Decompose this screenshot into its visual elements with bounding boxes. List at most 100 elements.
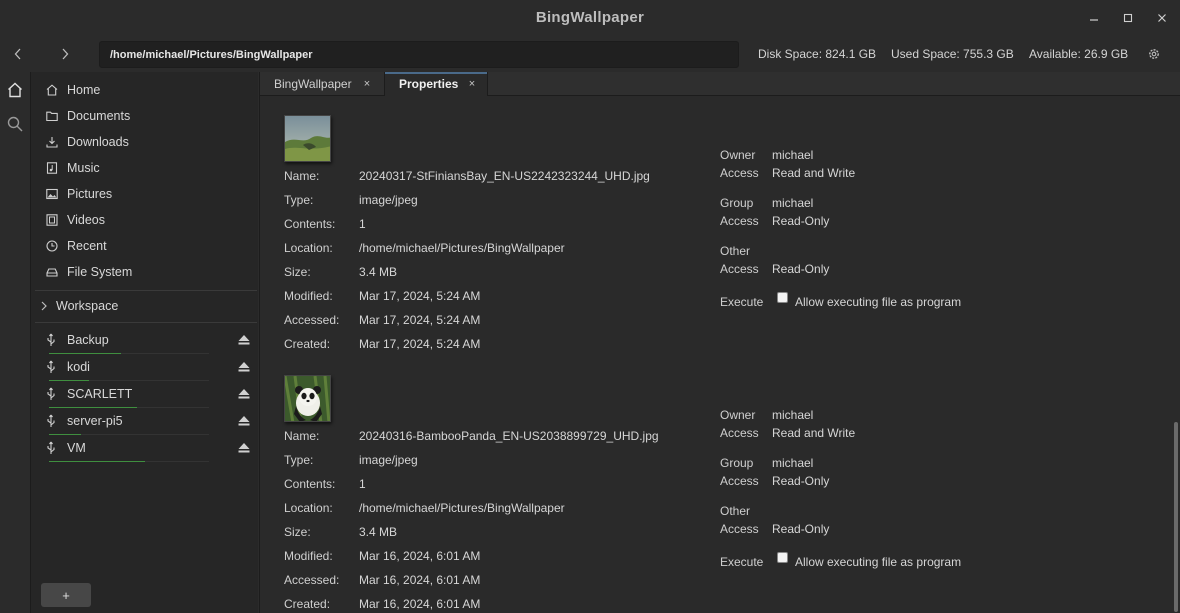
other-access-label: Access [720,262,759,276]
sidebar-item-recent[interactable]: Recent [31,233,259,259]
usb-icon [47,360,55,373]
sidebar-item-label: File System [67,265,133,279]
workspace-label: Workspace [56,299,119,313]
minimize-button[interactable] [1084,8,1104,28]
sidebar-item-label: Documents [67,109,131,123]
chevron-right-icon [62,48,69,60]
maximize-icon [1123,13,1133,23]
activity-bar [0,72,30,613]
drive-item-backup[interactable]: Backup [31,327,259,354]
drive-label: Backup [67,333,109,347]
eject-icon[interactable] [237,361,251,373]
maximize-button[interactable] [1118,8,1138,28]
title-bar: BingWallpaper [0,0,1180,36]
name-label: Name: [284,169,320,183]
sidebar-item-label: Pictures [67,187,113,201]
settings-button[interactable] [1144,44,1164,64]
sidebar-item-label: Home [67,83,101,97]
vertical-scrollbar[interactable] [1172,97,1180,613]
sidebar-item-downloads[interactable]: Downloads [31,129,259,155]
group-access-value[interactable]: Read-Only [772,474,829,488]
close-window-button[interactable] [1152,8,1172,28]
drive-item-server-pi5[interactable]: server-pi5 [31,408,259,435]
download-icon [45,135,59,149]
location-value: /home/michael/Pictures/BingWallpaper [359,241,565,255]
location-value: /home/michael/Pictures/BingWallpaper [359,501,565,515]
music-icon [45,161,59,175]
close-tab-icon[interactable]: × [360,77,374,91]
group-value: michael [772,196,814,210]
owner-access-value[interactable]: Read and Write [772,426,855,440]
sidebar: Home Documents Downloads Music Pictures … [30,72,258,613]
created-value: Mar 16, 2024, 6:01 AM [359,597,481,611]
execute-checkbox[interactable] [777,552,788,563]
sidebar-item-file-system[interactable]: File System [31,259,259,285]
drive-label: server-pi5 [67,414,123,428]
sidebar-item-label: Music [67,161,100,175]
sidebar-item-home[interactable]: Home [31,77,259,103]
name-value: 20240317-StFiniansBay_EN-US2242323244_UH… [359,169,650,183]
properties-content: Name: 20240317-StFiniansBay_EN-US2242323… [260,97,1172,613]
owner-access-value[interactable]: Read and Write [772,166,855,180]
scrollbar-thumb[interactable] [1174,422,1178,612]
forward-button[interactable] [55,44,75,64]
add-button[interactable]: + [41,583,91,607]
other-access-label: Access [720,522,759,536]
sidebar-item-documents[interactable]: Documents [31,103,259,129]
contents-label: Contents: [284,217,336,231]
toolbar: Disk Space: 824.1 GB Used Space: 755.3 G… [0,36,1180,72]
drive-icon [45,265,59,279]
modified-value: Mar 16, 2024, 6:01 AM [359,549,481,563]
sidebar-item-label: Videos [67,213,105,227]
sidebar-item-pictures[interactable]: Pictures [31,181,259,207]
close-icon [1158,14,1166,22]
path-bar[interactable] [99,41,739,68]
path-input[interactable] [100,42,738,67]
name-value: 20240316-BambooPanda_EN-US2038899729_UHD… [359,429,659,443]
sidebar-item-label: Recent [67,239,107,253]
window-title: BingWallpaper [535,9,645,26]
eject-icon[interactable] [237,415,251,427]
drive-item-vm[interactable]: VM [31,435,259,462]
group-access-value[interactable]: Read-Only [772,214,829,228]
sidebar-item-label: Downloads [67,135,129,149]
eject-icon[interactable] [237,388,251,400]
tab-bar: BingWallpaper × Properties × [260,72,1180,96]
created-value: Mar 17, 2024, 5:24 AM [359,337,481,351]
sidebar-item-videos[interactable]: Videos [31,207,259,233]
other-access-value[interactable]: Read-Only [772,262,829,276]
group-label: Group [720,196,754,210]
location-label: Location: [284,501,333,515]
owner-access-label: Access [720,166,759,180]
eject-icon[interactable] [237,334,251,346]
execute-option-label: Allow executing file as program [795,295,962,309]
film-icon [45,213,59,227]
owner-label: Owner [720,408,756,422]
file-thumbnail [284,375,331,422]
created-label: Created: [284,597,331,611]
modified-label: Modified: [284,289,333,303]
search-button[interactable] [4,113,26,135]
drive-item-scarlett[interactable]: SCARLETT [31,381,259,408]
accessed-label: Accessed: [284,573,340,587]
drive-item-kodi[interactable]: kodi [31,354,259,381]
location-label: Location: [284,241,333,255]
size-value: 3.4 MB [359,265,398,279]
disk-space-label: Disk Space: 824.1 GB [758,47,877,61]
other-label: Other [720,244,751,258]
close-tab-icon[interactable]: × [465,77,479,91]
tab-bingwallpaper[interactable]: BingWallpaper × [260,72,384,96]
sidebar-item-music[interactable]: Music [31,155,259,181]
main-panel: BingWallpaper × Properties × Name: 20240… [259,72,1180,613]
tab-properties[interactable]: Properties × [384,72,488,96]
name-label: Name: [284,429,320,443]
home-view-button[interactable] [4,79,26,101]
usb-icon [47,414,55,427]
execute-checkbox[interactable] [777,292,788,303]
tab-label: BingWallpaper [274,77,352,91]
other-access-value[interactable]: Read-Only [772,522,829,536]
sidebar-item-workspace[interactable]: Workspace [31,294,259,318]
back-button[interactable] [8,44,28,64]
eject-icon[interactable] [237,442,251,454]
search-icon [7,116,23,132]
